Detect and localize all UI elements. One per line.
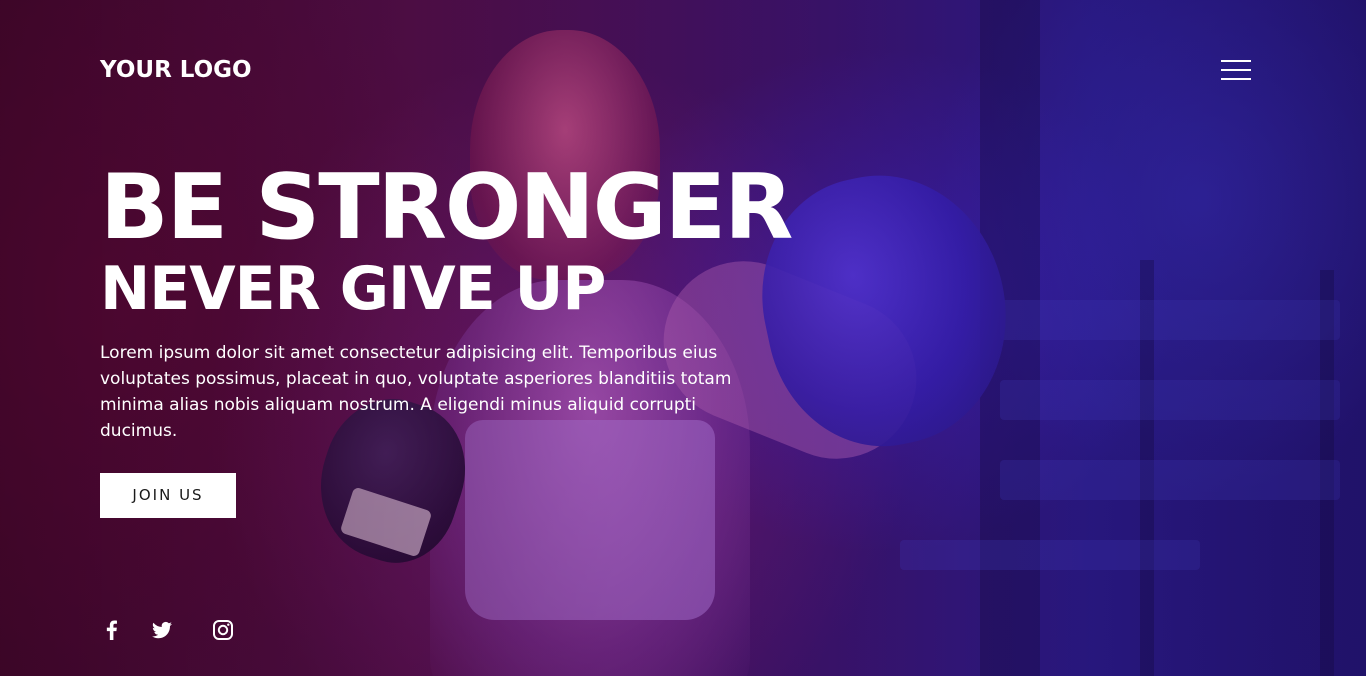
facebook-icon[interactable] xyxy=(100,618,124,642)
menu-bar xyxy=(1221,69,1251,71)
menu-bar xyxy=(1221,78,1251,80)
hero-background-image xyxy=(0,0,1366,676)
instagram-icon[interactable] xyxy=(211,618,235,642)
twitter-icon[interactable] xyxy=(150,618,174,642)
hero-title: BE STRONGER xyxy=(100,155,793,260)
hero-description: Lorem ipsum dolor sit amet consectetur a… xyxy=(100,343,732,441)
menu-bar xyxy=(1221,60,1251,62)
hamburger-menu-icon[interactable] xyxy=(1221,60,1251,80)
site-logo[interactable]: YOUR LOGO xyxy=(100,56,252,84)
join-us-button[interactable]: JOIN US xyxy=(100,473,236,518)
hero-subtitle: NEVER GIVE UP xyxy=(100,254,606,324)
